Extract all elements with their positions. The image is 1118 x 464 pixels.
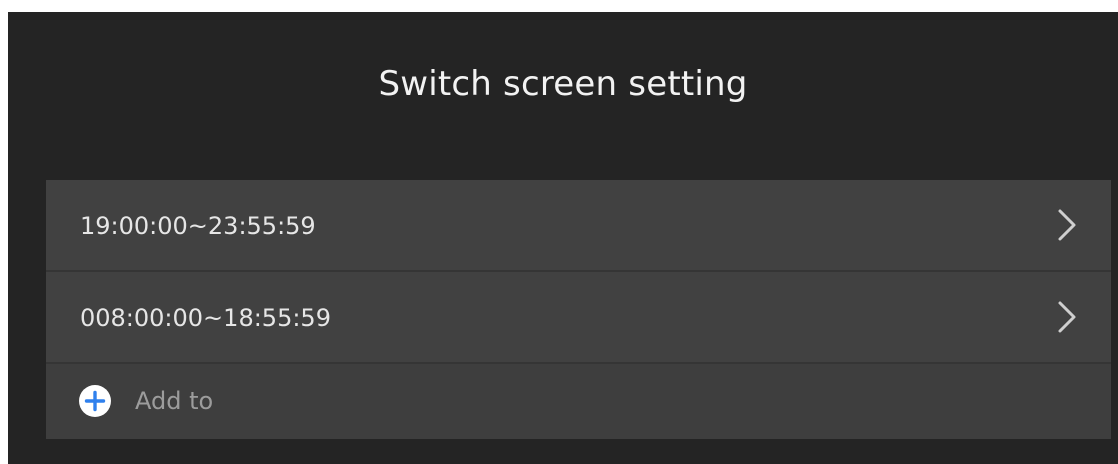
- schedule-time-range: 008:00:00~18:55:59: [80, 304, 331, 332]
- add-to-label: Add to: [135, 387, 214, 415]
- schedule-list: 19:00:00~23:55:59 008:00:00~18:55:59 Add…: [46, 180, 1111, 439]
- add-schedule-button[interactable]: Add to: [46, 364, 1111, 439]
- page-title: Switch screen setting: [378, 64, 748, 104]
- switch-screen-setting-panel: Switch screen setting 19:00:00~23:55:59 …: [8, 12, 1118, 464]
- schedule-row-2[interactable]: 008:00:00~18:55:59: [46, 272, 1111, 362]
- chevron-right-icon: [1058, 301, 1076, 333]
- schedule-time-range: 19:00:00~23:55:59: [80, 212, 316, 240]
- chevron-right-icon: [1058, 209, 1076, 241]
- schedule-row-1[interactable]: 19:00:00~23:55:59: [46, 180, 1111, 270]
- plus-circle-icon: [79, 385, 111, 417]
